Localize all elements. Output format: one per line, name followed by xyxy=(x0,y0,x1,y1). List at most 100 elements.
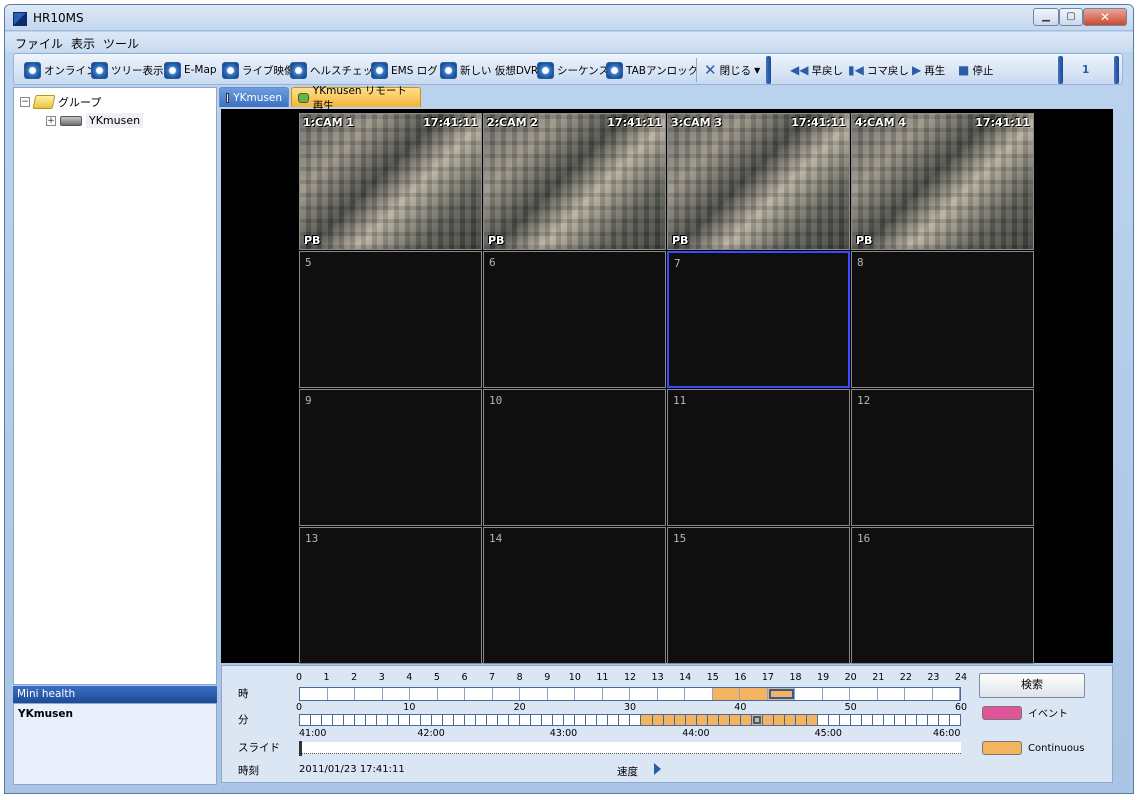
minute-segment[interactable] xyxy=(520,715,531,725)
minute-segment[interactable] xyxy=(465,715,476,725)
menu-file[interactable]: ファイル xyxy=(15,35,63,52)
minute-segment[interactable] xyxy=(388,715,399,725)
hour-segment[interactable] xyxy=(712,688,740,700)
minute-segment[interactable] xyxy=(311,715,322,725)
minute-segment[interactable] xyxy=(751,715,762,725)
minute-segment[interactable] xyxy=(575,715,586,725)
minute-segment[interactable] xyxy=(531,715,542,725)
stop-button[interactable]: ■ 停止 xyxy=(958,59,993,81)
hour-segment[interactable] xyxy=(740,688,768,700)
minute-segment[interactable] xyxy=(410,715,421,725)
minute-segment[interactable] xyxy=(828,715,839,725)
hour-segment[interactable] xyxy=(905,688,933,700)
step-back-button[interactable]: ▮◀ コマ戻し xyxy=(848,59,909,81)
minute-segment[interactable] xyxy=(663,715,674,725)
minute-segment[interactable] xyxy=(927,715,938,725)
title-bar[interactable]: HR10MS ▁ ▢ ✕ xyxy=(5,5,1133,31)
rewind-button[interactable]: ◀◀ 早戻し xyxy=(790,59,843,81)
online-button[interactable]: オンライン xyxy=(24,59,97,81)
minute-segment[interactable] xyxy=(839,715,850,725)
mini-health-device[interactable]: YKmusen xyxy=(18,708,73,720)
new-virtual-dvr-button[interactable]: 新しい 仮想DVR xyxy=(440,59,538,81)
minute-segment[interactable] xyxy=(685,715,696,725)
camera-cell-2[interactable]: 2:CAM 2 17:41:11 PB xyxy=(483,113,666,250)
minimize-button[interactable]: ▁ xyxy=(1033,8,1059,26)
minute-segment[interactable] xyxy=(707,715,718,725)
camera-cell-10[interactable]: 10 xyxy=(483,389,666,526)
minute-segment[interactable] xyxy=(333,715,344,725)
hour-segment[interactable] xyxy=(602,688,630,700)
minute-segment[interactable] xyxy=(564,715,575,725)
minute-segment[interactable] xyxy=(773,715,784,725)
health-check-button[interactable]: ヘルスチェック xyxy=(290,59,384,81)
close-view-button[interactable]: ✕ 閉じる ▼ xyxy=(704,59,760,81)
minute-segment[interactable] xyxy=(740,715,751,725)
emap-button[interactable]: E-Map xyxy=(164,59,217,81)
hour-segment[interactable] xyxy=(382,688,410,700)
search-button[interactable]: 検索 xyxy=(979,673,1085,698)
expand-icon[interactable]: + xyxy=(46,115,56,126)
minute-segment[interactable] xyxy=(894,715,905,725)
tree-node-group[interactable]: − グループ xyxy=(20,94,101,110)
minute-segment[interactable] xyxy=(487,715,498,725)
hour-segment[interactable] xyxy=(575,688,603,700)
minute-segment[interactable] xyxy=(795,715,806,725)
minute-segment[interactable] xyxy=(905,715,916,725)
hour-segment[interactable] xyxy=(327,688,355,700)
hour-segment[interactable] xyxy=(410,688,438,700)
minute-bar[interactable] xyxy=(299,714,961,726)
minute-segment[interactable] xyxy=(542,715,553,725)
minute-segment[interactable] xyxy=(366,715,377,725)
minute-segment[interactable] xyxy=(432,715,443,725)
tab-ykmusen[interactable]: YKmusen xyxy=(219,87,289,107)
minute-segment[interactable] xyxy=(872,715,883,725)
camera-cell-14[interactable]: 14 xyxy=(483,527,666,664)
camera-cell-9[interactable]: 9 xyxy=(299,389,482,526)
menu-tools[interactable]: ツール xyxy=(103,35,139,52)
camera-cell-15[interactable]: 15 xyxy=(667,527,850,664)
camera-cell-8[interactable]: 8 xyxy=(851,251,1034,388)
minute-segment[interactable] xyxy=(641,715,652,725)
hour-segment[interactable] xyxy=(877,688,905,700)
hour-segment[interactable] xyxy=(932,688,960,700)
tab-unlock-button[interactable]: TABアンロック xyxy=(606,59,698,81)
minute-segment[interactable] xyxy=(597,715,608,725)
hour-segment[interactable] xyxy=(355,688,383,700)
menu-view[interactable]: 表示 xyxy=(71,35,95,52)
minute-segment[interactable] xyxy=(421,715,432,725)
camera-cell-4[interactable]: 4:CAM 4 17:41:11 PB xyxy=(851,113,1034,250)
live-video-button[interactable]: ライブ映像 xyxy=(222,59,295,81)
minute-segment[interactable] xyxy=(652,715,663,725)
hour-segment[interactable] xyxy=(300,688,328,700)
camera-cell-11[interactable]: 11 xyxy=(667,389,850,526)
minute-segment[interactable] xyxy=(619,715,630,725)
toolbar-grip[interactable] xyxy=(766,56,771,84)
minute-segment[interactable] xyxy=(806,715,817,725)
camera-cell-13[interactable]: 13 xyxy=(299,527,482,664)
hour-segment[interactable] xyxy=(850,688,878,700)
close-button[interactable]: ✕ xyxy=(1083,8,1127,26)
sequence-button[interactable]: シーケンス xyxy=(537,59,609,81)
minute-segment[interactable] xyxy=(674,715,685,725)
hour-segment[interactable] xyxy=(520,688,548,700)
minute-segment[interactable] xyxy=(762,715,773,725)
hour-segment[interactable] xyxy=(822,688,850,700)
hour-segment[interactable] xyxy=(547,688,575,700)
minute-segment[interactable] xyxy=(355,715,366,725)
hour-segment[interactable] xyxy=(630,688,658,700)
minute-segment[interactable] xyxy=(817,715,828,725)
ems-log-button[interactable]: EMS ログ xyxy=(371,59,438,81)
minute-segment[interactable] xyxy=(630,715,641,725)
hour-segment[interactable] xyxy=(685,688,713,700)
slide-thumb[interactable] xyxy=(299,741,302,756)
minute-segment[interactable] xyxy=(916,715,927,725)
minute-segment[interactable] xyxy=(861,715,872,725)
minute-segment[interactable] xyxy=(586,715,597,725)
slide-bar[interactable] xyxy=(299,741,961,756)
extra-button[interactable]: 1 xyxy=(1082,59,1089,81)
hour-segment[interactable] xyxy=(492,688,520,700)
camera-cell-5[interactable]: 5 xyxy=(299,251,482,388)
collapse-icon[interactable]: − xyxy=(20,97,30,107)
hour-segment[interactable] xyxy=(465,688,493,700)
minute-segment[interactable] xyxy=(498,715,509,725)
